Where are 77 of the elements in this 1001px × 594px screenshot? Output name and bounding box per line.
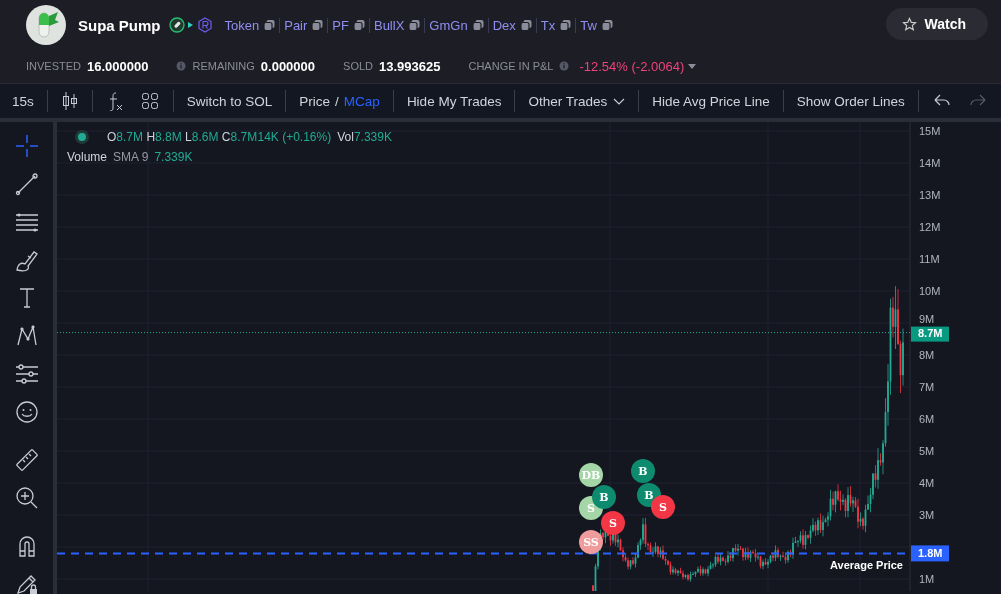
axis-label: 5M <box>919 445 935 457</box>
candles-icon[interactable] <box>61 91 78 111</box>
info-icon <box>559 61 570 71</box>
layout-grid-icon[interactable] <box>140 92 159 110</box>
trade-marker[interactable]: S <box>601 511 625 535</box>
copy-icon[interactable] <box>600 19 613 31</box>
ruler-icon[interactable] <box>14 448 39 472</box>
copy-icon[interactable] <box>311 19 324 31</box>
zoom-in-icon[interactable] <box>14 486 39 510</box>
trend-line-icon[interactable] <box>14 172 39 196</box>
last-price-tag: 8.7M <box>911 326 949 342</box>
pattern-nodes-icon[interactable] <box>14 324 39 348</box>
stat-label: REMAINING <box>192 60 255 72</box>
toggle-option[interactable]: MCap <box>343 93 380 109</box>
caret-down-icon[interactable] <box>687 62 698 70</box>
link[interactable]: Tw <box>580 17 597 33</box>
toolbar-button[interactable]: Switch to SOL <box>178 87 281 115</box>
link[interactable]: PF <box>332 17 349 33</box>
link[interactable]: Token <box>224 17 260 33</box>
indicator-name: Volume <box>67 150 108 164</box>
stat-label: CHANGE IN P&L <box>468 60 554 72</box>
axis-label: 7M <box>919 381 935 393</box>
copy-icon[interactable] <box>352 19 365 31</box>
hexagon-badge-icon <box>196 17 213 33</box>
chevron-down-icon <box>613 96 626 106</box>
axis-label: 15M <box>919 125 941 137</box>
info-icon <box>176 61 187 71</box>
average-price-label: Average Price <box>830 559 903 572</box>
axis-label: 4M <box>919 477 935 489</box>
pill-badge-icon <box>168 17 185 33</box>
axis-label: 14M <box>919 157 941 169</box>
watch-button[interactable]: Watch <box>885 8 988 40</box>
volume-readout: Vol7.339K <box>337 130 392 144</box>
copy-icon[interactable] <box>519 19 532 31</box>
indicator-params: SMA 9 <box>113 150 149 164</box>
average-price-tag: 1.8M <box>911 545 949 562</box>
link[interactable]: GmGn <box>429 17 468 33</box>
link[interactable]: BullX <box>373 17 405 33</box>
status-dot-icon <box>75 130 89 144</box>
copy-icon[interactable] <box>471 19 484 31</box>
dropdown-button[interactable]: Other Trades <box>520 87 634 115</box>
axis-label: 9M <box>919 313 935 325</box>
axis-label: 1M <box>919 573 935 585</box>
axis-label: 10M <box>919 285 941 297</box>
indicator-value: 7.339K <box>154 150 193 164</box>
axis-label: 3M <box>919 509 935 521</box>
link[interactable]: Dex <box>492 17 516 33</box>
stat-value: 16.000000 <box>87 58 149 74</box>
ohlc-readout: O8.7M H8.8M L8.6M C8.7M14K (+0.16%) <box>107 130 332 144</box>
toggle-option[interactable]: Price <box>299 93 331 109</box>
axis-label: 8M <box>919 349 935 361</box>
pnl-value: -12.54% (-2.0064) <box>579 58 685 74</box>
stat-value: 0.000000 <box>260 58 316 74</box>
stat-value: 13.993625 <box>379 58 441 74</box>
link[interactable]: Pair <box>284 17 308 33</box>
interval-button[interactable]: 15s <box>4 87 42 115</box>
stat-label: SOLD <box>343 60 373 72</box>
crosshair-icon[interactable] <box>14 134 39 158</box>
axis-label: 13M <box>919 189 941 201</box>
axis-label: 11M <box>919 253 940 265</box>
axis-label: 6M <box>919 413 935 425</box>
copy-icon[interactable] <box>408 19 421 31</box>
token-name: Supa Pump <box>78 16 161 34</box>
toolbar-button[interactable]: Hide My Trades <box>398 87 510 115</box>
copy-icon[interactable] <box>263 19 276 31</box>
toolbar-button[interactable]: Hide Avg Price Line <box>644 87 778 115</box>
sliders-icon[interactable] <box>14 362 39 386</box>
trade-marker[interactable]: B <box>631 459 655 483</box>
stat-label: INVESTED <box>26 60 81 72</box>
slash-separator: / <box>335 93 339 109</box>
smiley-icon[interactable] <box>14 400 39 424</box>
toolbar-button[interactable]: Show Order Lines <box>788 87 913 115</box>
token-avatar-icon <box>26 5 66 45</box>
axis-label: 12M <box>919 221 941 233</box>
link[interactable]: Tx <box>540 17 556 33</box>
copy-icon[interactable] <box>559 19 572 31</box>
star-icon <box>901 16 917 32</box>
